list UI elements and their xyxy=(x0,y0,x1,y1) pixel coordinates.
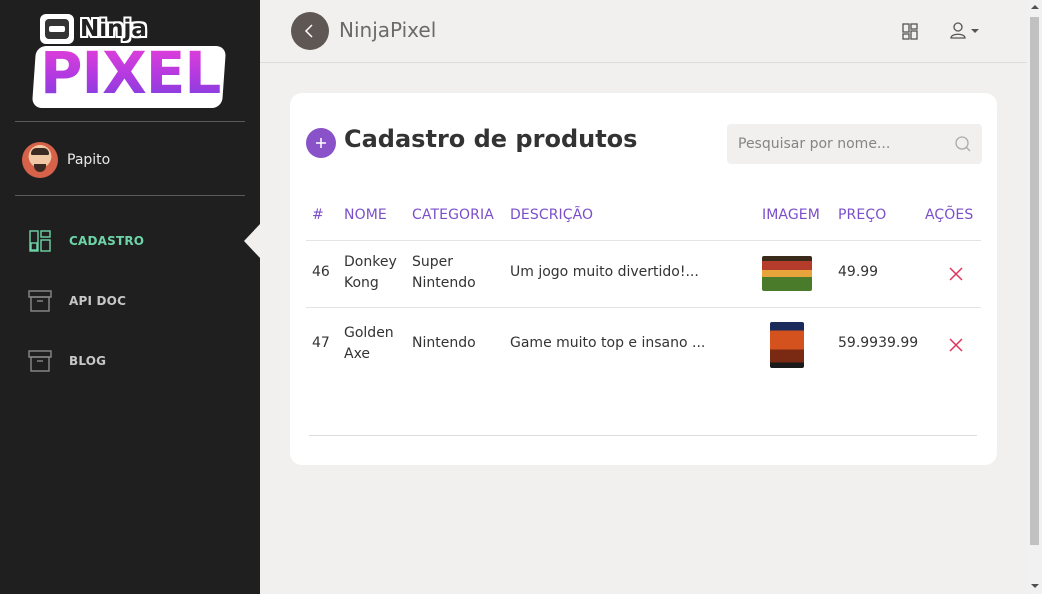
scroll-down-icon[interactable] xyxy=(1031,584,1039,588)
cell-category: Nintendo xyxy=(412,335,476,351)
user-profile[interactable]: Papito xyxy=(22,142,110,178)
cell-name-line: Kong xyxy=(344,275,379,291)
delete-icon[interactable] xyxy=(949,267,963,281)
scroll-up-icon[interactable] xyxy=(1031,5,1039,9)
user-menu-button[interactable] xyxy=(950,22,979,39)
sidebar-item-blog[interactable]: BLOG xyxy=(28,349,106,373)
dashboard-icon xyxy=(29,230,51,252)
user-icon xyxy=(950,22,966,39)
sidebar-item-api-doc[interactable]: API DOC xyxy=(28,289,126,313)
sidebar-item-label: BLOG xyxy=(69,354,107,368)
avatar xyxy=(22,142,58,178)
archive-box-icon xyxy=(28,350,52,372)
chevron-down-icon xyxy=(971,28,979,33)
scrollbar-thumb[interactable] xyxy=(1030,17,1039,545)
search-box xyxy=(727,124,982,164)
table-footer-divider xyxy=(309,435,977,436)
column-header-name[interactable]: NOME xyxy=(344,207,387,223)
page-scrollbar[interactable] xyxy=(1027,0,1042,594)
page-title: NinjaPixel xyxy=(339,18,437,42)
cell-name-line: Axe xyxy=(344,346,371,362)
cell-category: Super Nintendo xyxy=(412,252,476,294)
cell-price: 49.99 xyxy=(838,264,879,280)
column-header-image[interactable]: IMAGEM xyxy=(762,207,820,223)
ninjapixel-logo[interactable]: Ninja PIXEL xyxy=(31,12,227,108)
top-header: NinjaPixel xyxy=(260,0,1027,63)
archive-box-icon xyxy=(28,290,52,312)
search-input[interactable] xyxy=(727,124,947,164)
sidebar-item-cadastro[interactable]: CADASTRO xyxy=(28,229,144,253)
chevron-left-icon xyxy=(304,24,313,38)
product-image-donkey-kong[interactable] xyxy=(762,256,812,291)
card-title: Cadastro de produtos xyxy=(344,125,638,153)
back-button[interactable] xyxy=(291,12,329,50)
products-card: Cadastro de produtos # NOME CATEGORIA DE… xyxy=(290,93,997,465)
cell-category-line: Nintendo xyxy=(412,275,476,291)
cell-name: Donkey Kong xyxy=(344,252,397,294)
product-image-golden-axe[interactable] xyxy=(770,322,804,368)
cell-name-line: Golden xyxy=(344,325,394,341)
delete-icon[interactable] xyxy=(949,338,963,352)
cell-category-line: Super xyxy=(412,254,454,270)
cell-id: 47 xyxy=(312,335,330,351)
grid-icon[interactable] xyxy=(902,23,918,40)
cell-id: 46 xyxy=(312,264,330,280)
sidebar-divider xyxy=(15,195,245,196)
table-divider xyxy=(306,307,981,308)
search-icon[interactable] xyxy=(955,136,971,152)
cell-name: Golden Axe xyxy=(344,323,394,365)
column-header-actions[interactable]: AÇÕES xyxy=(925,207,973,223)
table-divider xyxy=(306,240,981,241)
sidebar-divider xyxy=(15,121,245,122)
column-header-description[interactable]: DESCRIÇÃO xyxy=(510,207,593,223)
cell-description: Um jogo muito divertido!... xyxy=(510,264,699,280)
add-product-button[interactable] xyxy=(306,128,336,158)
sidebar-item-label: CADASTRO xyxy=(69,234,145,248)
plus-icon xyxy=(316,138,326,148)
logo-text-bottom: PIXEL xyxy=(34,42,226,104)
cell-description: Game muito top e insano ... xyxy=(510,335,706,351)
user-name: Papito xyxy=(67,152,111,168)
column-header-id[interactable]: # xyxy=(312,207,324,223)
cell-name-line: Donkey xyxy=(344,254,397,270)
column-header-price[interactable]: PREÇO xyxy=(838,207,886,223)
cell-price: 59.9939.99 xyxy=(838,335,919,351)
sidebar: Ninja PIXEL Papito CADASTRO API DOC BLOG xyxy=(0,0,260,594)
active-nav-pointer xyxy=(244,224,260,258)
sidebar-item-label: API DOC xyxy=(69,294,127,308)
column-header-category[interactable]: CATEGORIA xyxy=(412,207,494,223)
